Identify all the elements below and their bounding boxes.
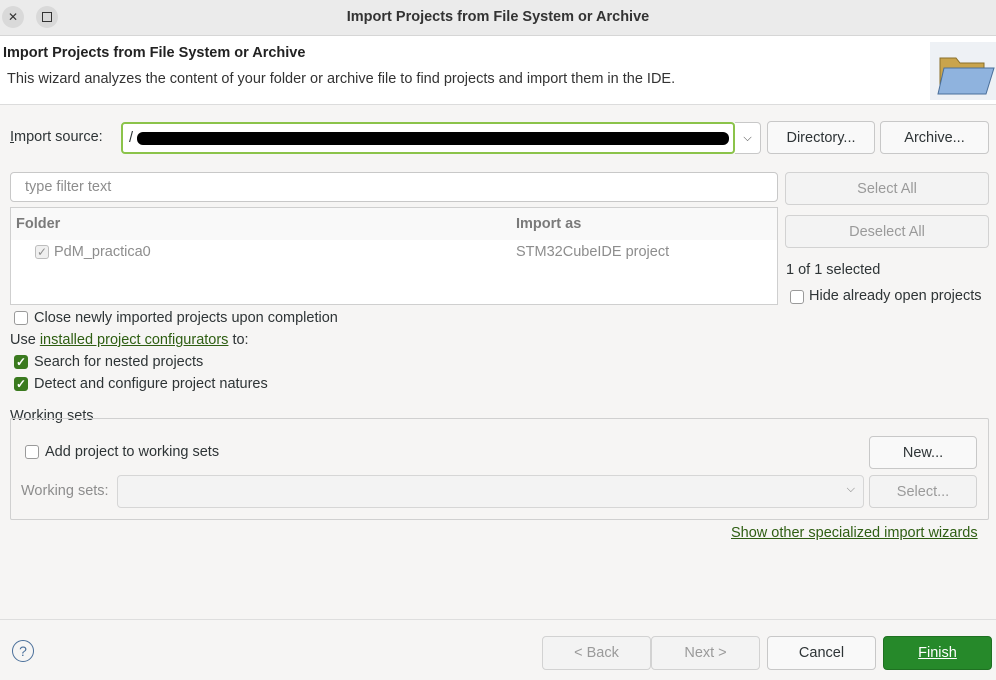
chevron-down-icon: ⌵ [743, 131, 752, 144]
working-sets-label: Working sets: [21, 483, 109, 499]
cancel-button-label: Cancel [798, 645, 845, 661]
cancel-button[interactable]: Cancel [767, 636, 876, 670]
help-button[interactable]: ? [12, 640, 34, 662]
select-all-label: Select All [857, 180, 917, 197]
table-row[interactable]: ✓ PdM_practica0 STM32CubeIDE project [11, 241, 777, 265]
selection-count: 1 of 1 selected [786, 262, 881, 278]
search-nested-checkbox[interactable]: ✓ [14, 355, 28, 369]
search-nested-label[interactable]: Search for nested projects [34, 354, 203, 370]
filter-placeholder: type filter text [25, 179, 112, 195]
hide-open-label[interactable]: Hide already open projects [809, 288, 982, 304]
import-source-dropdown[interactable]: ⌵ [735, 122, 761, 154]
deselect-all-label: Deselect All [849, 223, 925, 240]
select-working-set-button[interactable]: Select... [869, 475, 977, 508]
projects-table: Folder Import as ✓ PdM_practica0 STM32Cu… [10, 207, 778, 305]
column-header-import-as: Import as [516, 216, 582, 232]
back-button[interactable]: < Back [542, 636, 651, 670]
archive-button-label: Archive... [904, 129, 965, 146]
table-header [11, 208, 777, 240]
select-button-label: Select... [896, 483, 950, 500]
window-title: Import Projects from File System or Arch… [346, 9, 650, 25]
redaction-mark [137, 132, 729, 145]
detect-configure-checkbox[interactable]: ✓ [14, 377, 28, 391]
directory-button-label: Directory... [786, 129, 856, 146]
use-prefix: Use [10, 332, 40, 348]
installed-configurators-link[interactable]: installed project configurators [40, 332, 229, 348]
directory-button[interactable]: Directory... [767, 121, 875, 154]
use-suffix: to: [228, 332, 249, 348]
configurators-line: Use installed project configurators to: [10, 332, 249, 348]
import-source-value: / [129, 130, 134, 146]
add-to-working-sets-checkbox[interactable] [25, 445, 39, 459]
finish-button[interactable]: Finish [883, 636, 992, 670]
wizard-title: Import Projects from File System or Arch… [3, 45, 306, 61]
wizard-description: This wizard analyzes the content of your… [7, 71, 676, 87]
back-button-label: < Back [574, 645, 619, 661]
import-source-label: Import source: [10, 129, 103, 145]
row-folder: PdM_practica0 [54, 244, 151, 260]
new-working-set-button[interactable]: New... [869, 436, 977, 469]
finish-button-label: Finish [918, 645, 957, 661]
select-all-button[interactable]: Select All [785, 172, 989, 205]
help-icon: ? [19, 643, 27, 659]
folder-icon [930, 42, 996, 100]
filter-input[interactable]: type filter text [10, 172, 778, 202]
close-newly-checkbox[interactable] [14, 311, 28, 325]
column-header-folder: Folder [16, 216, 61, 232]
chevron-down-icon: ⌵ [846, 483, 855, 495]
row-import-as: STM32CubeIDE project [516, 244, 670, 260]
wizard-header: Import Projects from File System or Arch… [0, 36, 996, 105]
add-to-working-sets-label[interactable]: Add project to working sets [45, 444, 219, 460]
next-button[interactable]: Next > [651, 636, 760, 670]
other-import-wizards-link[interactable]: Show other specialized import wizards [731, 525, 978, 541]
next-button-label: Next > [684, 645, 727, 661]
new-button-label: New... [902, 444, 944, 461]
close-newly-label[interactable]: Close newly imported projects upon compl… [34, 310, 338, 326]
import-source-input[interactable]: / [121, 122, 735, 154]
title-bar: ✕ Import Projects from File System or Ar… [0, 0, 996, 36]
deselect-all-button[interactable]: Deselect All [785, 215, 989, 248]
hide-open-checkbox[interactable] [790, 290, 804, 304]
working-sets-combo[interactable]: ⌵ [117, 475, 864, 508]
detect-configure-label[interactable]: Detect and configure project natures [34, 376, 268, 392]
archive-button[interactable]: Archive... [880, 121, 989, 154]
row-checkbox[interactable]: ✓ [35, 245, 49, 259]
